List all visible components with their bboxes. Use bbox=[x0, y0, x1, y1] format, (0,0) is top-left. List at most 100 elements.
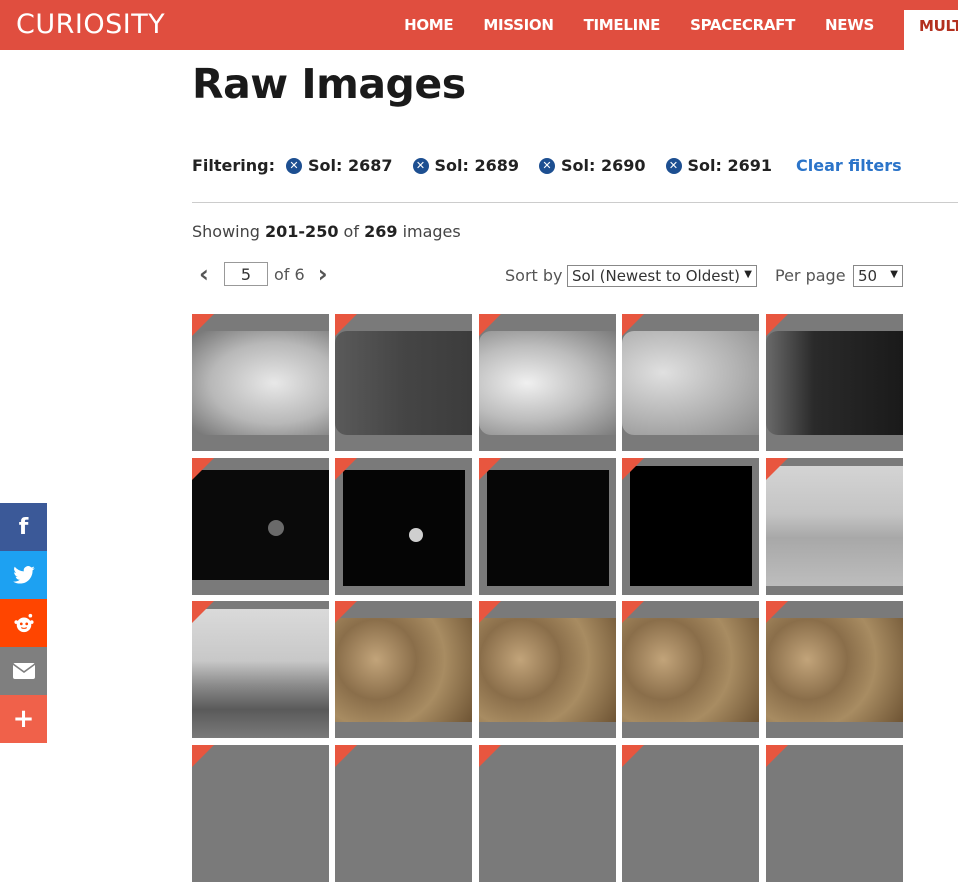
divider bbox=[192, 202, 958, 203]
per-page-select[interactable]: 50 ▼ bbox=[853, 265, 903, 287]
thumbnail-image bbox=[192, 609, 329, 738]
filter-chip[interactable]: ✕ Sol: 2689 bbox=[412, 156, 520, 175]
flag-icon bbox=[192, 745, 214, 767]
image-thumbnail[interactable] bbox=[479, 601, 616, 738]
flag-icon bbox=[335, 314, 357, 336]
results-total: 269 bbox=[364, 222, 398, 241]
filter-chip-label: Sol: 2687 bbox=[308, 156, 393, 175]
results-of: of bbox=[343, 222, 359, 241]
image-thumbnail[interactable] bbox=[335, 314, 472, 451]
image-thumbnail[interactable] bbox=[622, 601, 759, 738]
flag-icon bbox=[335, 458, 357, 480]
image-thumbnail[interactable] bbox=[479, 458, 616, 595]
remove-filter-icon[interactable]: ✕ bbox=[286, 157, 303, 174]
share-bar: f + bbox=[0, 503, 47, 743]
caret-down-icon: ▼ bbox=[744, 269, 752, 280]
thumbnail-image bbox=[335, 618, 472, 722]
facebook-icon[interactable]: f bbox=[0, 503, 47, 551]
nav-news[interactable]: NEWS bbox=[825, 16, 874, 34]
nav-timeline[interactable]: TIMELINE bbox=[584, 16, 661, 34]
thumbnail-image bbox=[335, 331, 472, 435]
nav-multimedia[interactable]: MULT bbox=[904, 10, 958, 50]
flag-icon bbox=[335, 601, 357, 623]
filter-chip[interactable]: ✕ Sol: 2691 bbox=[665, 156, 772, 175]
reddit-icon[interactable] bbox=[0, 599, 47, 647]
image-thumbnail[interactable] bbox=[192, 601, 329, 738]
sort-select[interactable]: Sol (Newest to Oldest) ▼ bbox=[567, 265, 757, 287]
results-prefix: Showing bbox=[192, 222, 260, 241]
image-thumbnail[interactable] bbox=[335, 745, 472, 882]
thumbnail-image bbox=[192, 470, 329, 580]
page-number-input[interactable] bbox=[224, 262, 268, 286]
remove-filter-icon[interactable]: ✕ bbox=[665, 157, 682, 174]
filter-bar: Filtering: ✕ Sol: 2687 ✕ Sol: 2689 ✕ Sol… bbox=[192, 156, 902, 175]
filter-label: Filtering: bbox=[192, 156, 276, 175]
image-thumbnail[interactable] bbox=[335, 458, 472, 595]
thumbnail-image bbox=[766, 331, 903, 435]
nav-mission[interactable]: MISSION bbox=[483, 16, 554, 34]
image-thumbnail[interactable] bbox=[766, 745, 903, 882]
thumbnail-image bbox=[487, 470, 609, 586]
flag-icon bbox=[622, 601, 644, 623]
flag-icon bbox=[622, 458, 644, 480]
thumbnail-image bbox=[479, 618, 616, 722]
flag-icon bbox=[479, 314, 501, 336]
nav-home[interactable]: HOME bbox=[404, 16, 454, 34]
thumbnail-image bbox=[622, 331, 759, 435]
remove-filter-icon[interactable]: ✕ bbox=[539, 157, 556, 174]
filter-chip[interactable]: ✕ Sol: 2690 bbox=[539, 156, 646, 175]
image-thumbnail[interactable] bbox=[192, 745, 329, 882]
results-range: 201-250 bbox=[265, 222, 339, 241]
thumbnail-image bbox=[766, 466, 903, 586]
flag-icon bbox=[766, 601, 788, 623]
thumbnail-image bbox=[268, 520, 284, 536]
total-pages: 6 bbox=[294, 264, 305, 284]
filter-chip-label: Sol: 2689 bbox=[434, 156, 520, 175]
image-thumbnail[interactable] bbox=[479, 314, 616, 451]
flag-icon bbox=[766, 314, 788, 336]
thumbnail-image bbox=[409, 528, 423, 542]
filter-chip-label: Sol: 2690 bbox=[561, 156, 646, 175]
image-thumbnail[interactable] bbox=[766, 601, 903, 738]
thumbnail-image bbox=[622, 618, 759, 722]
image-thumbnail[interactable] bbox=[622, 314, 759, 451]
main-nav: HOME MISSION TIMELINE SPACECRAFT NEWS MU… bbox=[404, 0, 958, 50]
plus-icon[interactable]: + bbox=[0, 695, 47, 743]
site-header: CURIOSITY HOME MISSION TIMELINE SPACECRA… bbox=[0, 0, 958, 50]
twitter-icon[interactable] bbox=[0, 551, 47, 599]
image-thumbnail[interactable] bbox=[192, 458, 329, 595]
image-thumbnail[interactable] bbox=[335, 601, 472, 738]
flag-icon bbox=[622, 745, 644, 767]
of-word: of bbox=[274, 264, 290, 284]
page-title: Raw Images bbox=[192, 60, 466, 108]
clear-filters-link[interactable]: Clear filters bbox=[796, 156, 902, 175]
flag-icon bbox=[766, 745, 788, 767]
image-thumbnail[interactable] bbox=[622, 745, 759, 882]
thumbnail-image bbox=[192, 331, 329, 435]
flag-icon bbox=[479, 601, 501, 623]
results-count: Showing 201-250 of 269 images bbox=[192, 222, 461, 241]
thumbnail-image bbox=[343, 470, 465, 586]
page-of-label: of 6 bbox=[274, 265, 305, 284]
thumbnail-image bbox=[630, 466, 752, 586]
remove-filter-icon[interactable]: ✕ bbox=[412, 157, 429, 174]
flag-icon bbox=[192, 458, 214, 480]
brand-logo[interactable]: CURIOSITY bbox=[16, 9, 165, 40]
nav-spacecraft[interactable]: SPACECRAFT bbox=[690, 16, 795, 34]
flag-icon bbox=[192, 314, 214, 336]
per-page-value: 50 bbox=[858, 267, 878, 285]
chevron-right-icon[interactable]: › bbox=[311, 260, 335, 288]
flag-icon bbox=[766, 458, 788, 480]
chevron-left-icon[interactable]: ‹ bbox=[192, 260, 216, 288]
image-thumbnail[interactable] bbox=[766, 314, 903, 451]
image-thumbnail[interactable] bbox=[192, 314, 329, 451]
image-thumbnail[interactable] bbox=[622, 458, 759, 595]
email-icon[interactable] bbox=[0, 647, 47, 695]
filter-chip[interactable]: ✕ Sol: 2687 bbox=[286, 156, 393, 175]
per-page-label: Per page bbox=[775, 266, 846, 285]
image-thumbnail[interactable] bbox=[766, 458, 903, 595]
sort-value: Sol (Newest to Oldest) bbox=[572, 267, 740, 285]
image-thumbnail[interactable] bbox=[479, 745, 616, 882]
flag-icon bbox=[335, 745, 357, 767]
thumbnail-image bbox=[479, 331, 616, 435]
